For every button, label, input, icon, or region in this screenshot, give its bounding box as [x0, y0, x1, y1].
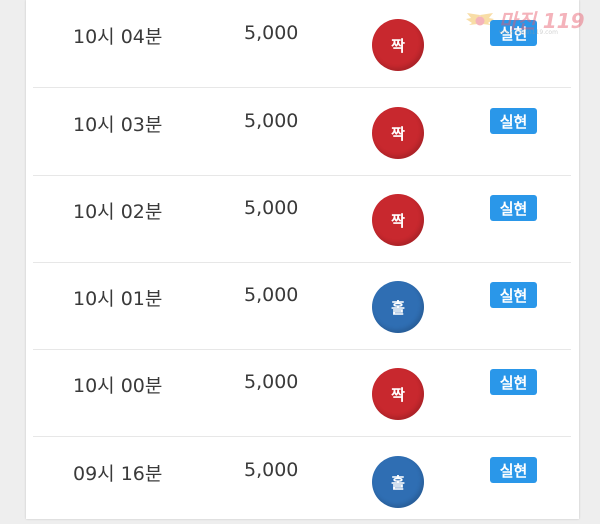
round-time: 10시 02분: [73, 201, 163, 223]
bet-amount: 5,000: [244, 284, 299, 306]
status-badge: 실현: [490, 369, 537, 395]
status-badge: 실현: [490, 108, 537, 134]
brand-watermark: 마진 119 www.majin119.com: [465, 5, 593, 36]
round-time: 10시 01분: [73, 288, 163, 310]
list-item: 10시 02분 5,000 짝 실현: [33, 175, 571, 263]
round-time: 10시 03분: [73, 114, 163, 136]
bet-amount: 5,000: [244, 197, 299, 219]
list-item: 09시 16분 5,000 홀 실현: [33, 437, 571, 524]
bet-amount: 5,000: [244, 110, 299, 132]
result-ball-even: 짝: [372, 368, 424, 420]
wing-logo-icon: [466, 13, 494, 26]
round-time: 10시 04분: [73, 26, 163, 48]
status-badge: 실현: [490, 457, 537, 483]
list-item: 10시 00분 5,000 짝 실현: [33, 349, 571, 437]
bet-amount: 5,000: [244, 22, 299, 44]
bet-amount: 5,000: [244, 371, 299, 393]
watermark-url: www.majin119.com: [499, 29, 558, 36]
bet-amount: 5,000: [244, 459, 299, 481]
list-item: 10시 03분 5,000 짝 실현: [33, 88, 571, 176]
list-item: 10시 01분 5,000 홀 실현: [33, 262, 571, 350]
results-list: 10시 04분 5,000 짝 실현 10시 03분 5,000 짝 실현 10…: [26, 0, 579, 519]
round-time: 10시 00분: [73, 375, 163, 397]
result-ball-even: 짝: [372, 107, 424, 159]
result-ball-odd: 홀: [372, 456, 424, 508]
result-ball-even: 짝: [372, 19, 424, 71]
round-time: 09시 16분: [73, 463, 163, 485]
status-badge: 실현: [490, 282, 537, 308]
result-ball-odd: 홀: [372, 281, 424, 333]
status-badge: 실현: [490, 195, 537, 221]
result-ball-even: 짝: [372, 194, 424, 246]
